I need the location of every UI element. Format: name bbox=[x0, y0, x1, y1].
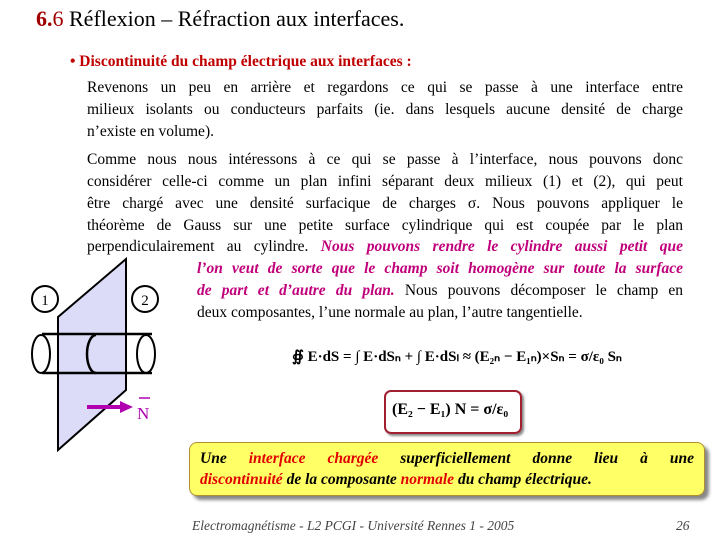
page-number: 26 bbox=[676, 518, 690, 533]
conclusion-line: discontinuité de la composante normale d… bbox=[200, 471, 694, 489]
highlight-text: discontinuité bbox=[200, 471, 283, 488]
footer: Electromagnétisme - L2 PCGI - Université… bbox=[192, 518, 515, 533]
para2-line: être chargé avec une densité surfacique … bbox=[87, 195, 683, 212]
section-number: 6. bbox=[36, 6, 53, 31]
title-text: Réflexion – Réfraction aux interfaces. bbox=[63, 6, 405, 31]
text: superficiellement donne lieu à une bbox=[400, 450, 695, 467]
text: de la composante bbox=[282, 471, 401, 488]
slide-title: 6.6 Réflexion – Réfraction aux interface… bbox=[36, 6, 404, 32]
text: du champ électrique. bbox=[454, 471, 592, 488]
para1-line: n’existe en volume). bbox=[87, 123, 214, 140]
arrowhead-icon bbox=[120, 401, 133, 413]
para2-line: considérer celle-ci comme un plan infini… bbox=[87, 173, 683, 190]
slide: 6.6 Réflexion – Réfraction aux interface… bbox=[0, 0, 720, 540]
conclusion-box: Une interface chargée superficiellement … bbox=[189, 442, 705, 496]
medium-2-label: 2 bbox=[141, 293, 149, 309]
para2-line: de part et d’autre du plan. Nous pouvons… bbox=[197, 281, 683, 301]
para1-line: Revenons un peu en arrière et regardons … bbox=[87, 79, 683, 96]
interface-plane bbox=[57, 256, 127, 453]
subsection-number: 6 bbox=[52, 6, 64, 31]
gauss-cylinder-diagram: 1 2 N bbox=[31, 256, 159, 453]
gauss-equation: ∯ E·dS = ∫ E·dSₙ + ∫ E·dSₗ ≈ (E₂ₙ − E₁ₙ)… bbox=[292, 349, 622, 365]
emphasis-text: Nous pouvons rendre le cylindre aussi pe… bbox=[320, 238, 683, 255]
para2-line: l’on veut de sorte que le champ soit hom… bbox=[197, 260, 683, 277]
normal-vector-label: N bbox=[137, 404, 149, 423]
conclusion-line: Une interface chargée superficiellement … bbox=[200, 450, 694, 468]
medium-1-label: 1 bbox=[41, 293, 49, 309]
result-equation: (E₂ − E₁) N = σ/ε₀ bbox=[392, 401, 509, 418]
subtitle: • Discontinuité du champ électrique aux … bbox=[70, 53, 412, 70]
cylinder-end bbox=[136, 334, 156, 374]
text: Nous pouvons décomposer le champ en bbox=[404, 282, 683, 299]
para1-line: milieux isolants ou conducteurs parfaits… bbox=[87, 101, 683, 118]
para2-line: Comme nous nous intéressons à ce qui se … bbox=[87, 151, 683, 168]
emphasis-text: de part et d’autre du plan. bbox=[197, 282, 395, 299]
para2-line: théorème de Gauss sur une petite surface… bbox=[87, 217, 683, 234]
para2-line: deux composantes, l’une normale au plan,… bbox=[197, 304, 583, 321]
cylinder-end bbox=[31, 334, 51, 374]
text: Une bbox=[200, 450, 227, 467]
highlight-text: normale bbox=[400, 471, 455, 488]
highlight-text: interface chargée bbox=[248, 450, 379, 467]
